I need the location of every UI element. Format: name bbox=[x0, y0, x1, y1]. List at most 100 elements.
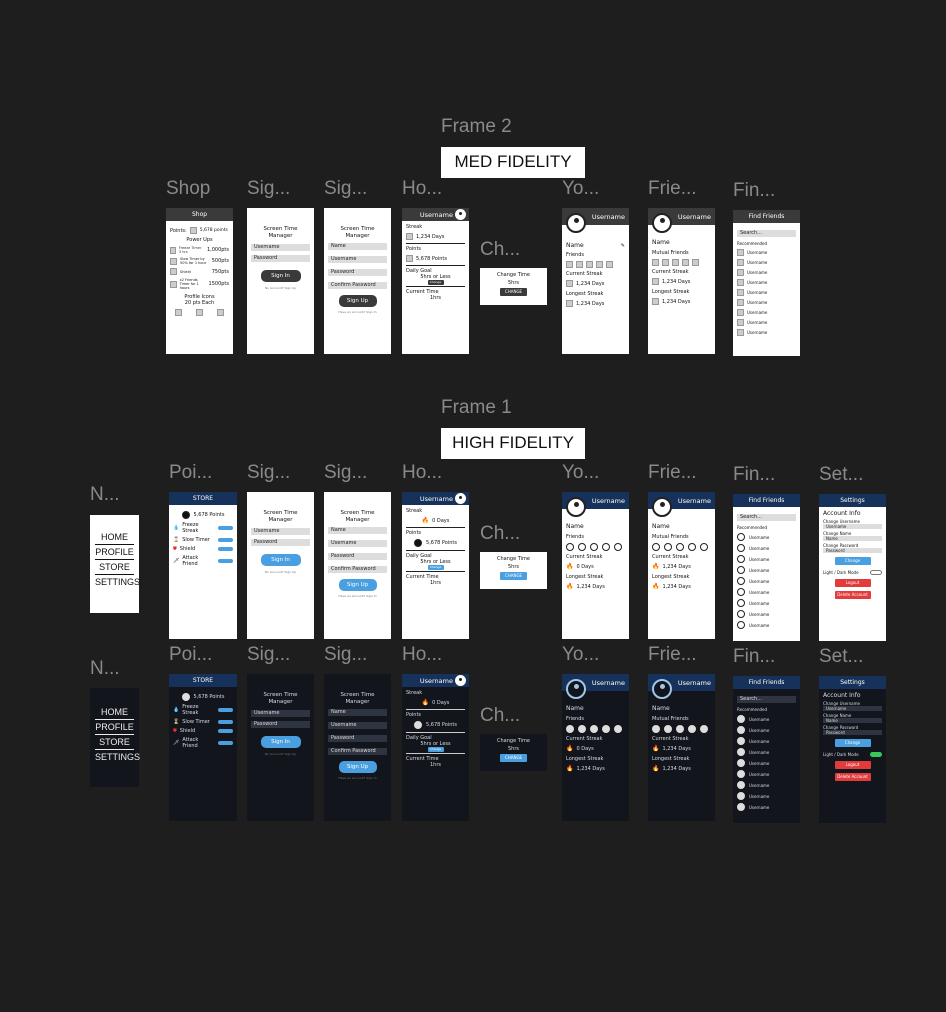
friend-icon[interactable] bbox=[652, 725, 660, 733]
confirm-password-field[interactable]: Confirm Password bbox=[328, 282, 387, 289]
user-row[interactable]: Username bbox=[737, 759, 796, 767]
user-row[interactable]: Username bbox=[737, 544, 796, 552]
password-field[interactable]: Password bbox=[823, 548, 882, 553]
nav-store[interactable]: STORE bbox=[95, 735, 134, 750]
name-field[interactable]: Name bbox=[328, 243, 387, 250]
avatar-icon[interactable] bbox=[455, 493, 466, 504]
password-field[interactable]: Password bbox=[328, 735, 387, 742]
change-button[interactable]: Change bbox=[834, 739, 871, 747]
user-row[interactable]: Username bbox=[737, 555, 796, 563]
friend-icon[interactable] bbox=[596, 261, 603, 268]
add-friend-icon[interactable] bbox=[614, 543, 622, 551]
user-row[interactable]: Username bbox=[737, 803, 796, 811]
friend-icon[interactable] bbox=[676, 543, 684, 551]
friend-icon[interactable] bbox=[586, 261, 593, 268]
goal-change-button[interactable]: Change bbox=[427, 280, 444, 285]
change-button[interactable]: Change bbox=[834, 557, 871, 565]
user-row[interactable]: Username bbox=[737, 279, 796, 286]
signin-button[interactable]: Sign In bbox=[260, 270, 301, 282]
username-field[interactable]: Username bbox=[251, 710, 310, 717]
confirm-password-field[interactable]: Confirm Password bbox=[328, 748, 387, 755]
user-row[interactable]: Username bbox=[737, 792, 796, 800]
username-field[interactable]: Username bbox=[328, 540, 387, 547]
user-row[interactable]: Username bbox=[737, 533, 796, 541]
password-field[interactable]: Password bbox=[251, 255, 310, 262]
logout-button[interactable]: Logout bbox=[834, 761, 871, 769]
user-row[interactable]: Username bbox=[737, 748, 796, 756]
user-row[interactable]: Username bbox=[737, 610, 796, 618]
goal-change-button[interactable]: Change bbox=[427, 747, 444, 752]
profile-icon[interactable] bbox=[175, 309, 183, 316]
friend-icon[interactable] bbox=[676, 725, 684, 733]
store-item[interactable]: 🗡 Attack Friend bbox=[173, 737, 233, 749]
friend-icon[interactable] bbox=[602, 725, 610, 733]
friend-icon[interactable] bbox=[566, 725, 574, 733]
delete-account-button[interactable]: Delete Account bbox=[834, 773, 871, 781]
user-row[interactable]: Username bbox=[737, 599, 796, 607]
password-field[interactable]: Password bbox=[251, 539, 310, 546]
store-item[interactable]: 💧 Freeze Streak bbox=[173, 704, 233, 716]
nav-store[interactable]: STORE bbox=[95, 560, 134, 575]
store-item[interactable]: 💧 Freeze Streak bbox=[173, 522, 233, 534]
friend-icon[interactable] bbox=[590, 543, 598, 551]
buy-button[interactable] bbox=[218, 720, 233, 724]
name-field[interactable]: Name bbox=[823, 718, 882, 723]
signup-link[interactable]: No Account? Sign Up bbox=[247, 752, 314, 756]
store-item[interactable]: ⌛ Slow Timer bbox=[173, 719, 233, 725]
user-row[interactable]: Username bbox=[737, 588, 796, 596]
friend-icon[interactable] bbox=[566, 543, 574, 551]
username-field[interactable]: Username bbox=[823, 706, 882, 711]
signup-button[interactable]: Sign Up bbox=[338, 295, 377, 307]
store-item[interactable]: ⛊ Shield bbox=[173, 546, 233, 552]
name-field[interactable]: Name bbox=[328, 527, 387, 534]
buy-button[interactable] bbox=[218, 526, 233, 530]
user-row[interactable]: Username bbox=[737, 781, 796, 789]
search-input[interactable]: Search... bbox=[737, 696, 796, 703]
user-row[interactable]: Username bbox=[737, 249, 796, 256]
username-field[interactable]: Username bbox=[328, 256, 387, 263]
mode-toggle[interactable] bbox=[870, 570, 882, 575]
friend-icon[interactable] bbox=[688, 725, 696, 733]
name-field[interactable]: Name bbox=[823, 536, 882, 541]
friend-icon[interactable] bbox=[672, 259, 679, 266]
friend-icon[interactable] bbox=[652, 259, 659, 266]
friend-icon[interactable] bbox=[602, 543, 610, 551]
friend-icon[interactable] bbox=[682, 259, 689, 266]
user-row[interactable]: Username bbox=[737, 319, 796, 326]
signup-link[interactable]: No Account? Sign Up bbox=[247, 570, 314, 574]
store-item[interactable]: ⌛ Slow Timer bbox=[173, 537, 233, 543]
avatar-icon[interactable] bbox=[566, 497, 586, 517]
user-row[interactable]: Username bbox=[737, 566, 796, 574]
friend-icon[interactable] bbox=[652, 543, 660, 551]
signin-link[interactable]: Have an account? Sign In bbox=[324, 594, 391, 598]
password-field[interactable]: Password bbox=[251, 721, 310, 728]
buy-button[interactable] bbox=[218, 741, 233, 745]
user-row[interactable]: Username bbox=[737, 621, 796, 629]
friend-icon[interactable] bbox=[664, 543, 672, 551]
username-field[interactable]: Username bbox=[823, 524, 882, 529]
signup-button[interactable]: Sign Up bbox=[338, 761, 377, 773]
search-input[interactable]: Search... bbox=[737, 230, 796, 237]
avatar-icon[interactable] bbox=[455, 209, 466, 220]
user-row[interactable]: Username bbox=[737, 577, 796, 585]
logout-button[interactable]: Logout bbox=[834, 579, 871, 587]
confirm-password-field[interactable]: Confirm Password bbox=[328, 566, 387, 573]
nav-profile[interactable]: PROFILE bbox=[95, 720, 134, 735]
signin-button[interactable]: Sign In bbox=[260, 554, 301, 566]
name-field[interactable]: Name bbox=[328, 709, 387, 716]
shop-item[interactable]: x2 Friends Timer for 1 hours 1500pts bbox=[170, 278, 229, 290]
password-field[interactable]: Password bbox=[328, 553, 387, 560]
delete-account-button[interactable]: Delete Account bbox=[834, 591, 871, 599]
avatar-icon[interactable] bbox=[566, 213, 586, 233]
user-row[interactable]: Username bbox=[737, 269, 796, 276]
goal-change-button[interactable]: Change bbox=[427, 565, 444, 570]
signup-button[interactable]: Sign Up bbox=[338, 579, 377, 591]
user-row[interactable]: Username bbox=[737, 299, 796, 306]
store-item[interactable]: ⛊ Shield bbox=[173, 728, 233, 734]
change-button[interactable]: CHANGE bbox=[500, 288, 527, 296]
signin-link[interactable]: Have an account? Sign In bbox=[324, 310, 391, 314]
store-item[interactable]: 🗡 Attack Friend bbox=[173, 555, 233, 567]
friend-icon[interactable] bbox=[590, 725, 598, 733]
friend-icon[interactable] bbox=[578, 725, 586, 733]
friend-icon[interactable] bbox=[664, 725, 672, 733]
